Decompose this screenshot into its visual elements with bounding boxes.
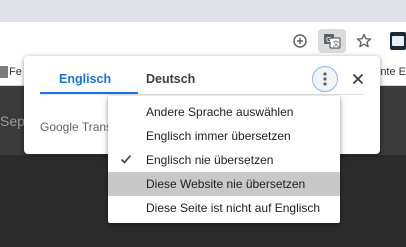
menu-item-label: Englisch immer übersetzen	[146, 129, 291, 143]
tab-divider	[40, 94, 364, 95]
browser-toolbar: G文	[0, 22, 406, 60]
menu-item-page-not-english[interactable]: Diese Seite ist nicht auf Englisch	[108, 196, 340, 220]
add-circle-icon[interactable]	[288, 29, 312, 53]
page-text: Sep	[0, 113, 25, 129]
extension-icon[interactable]	[390, 29, 406, 53]
close-button[interactable]	[348, 69, 368, 89]
svg-text:G: G	[326, 36, 331, 44]
menu-item-never-translate-language[interactable]: Englisch nie übersetzen	[108, 148, 340, 172]
menu-item-label: Diese Seite ist nicht auf Englisch	[146, 201, 321, 215]
tab-strip	[0, 0, 406, 22]
star-icon[interactable]	[352, 29, 376, 53]
menu-item-never-translate-site[interactable]: Diese Website nie übersetzen	[108, 172, 340, 196]
menu-item-label: Andere Sprache auswählen	[146, 105, 294, 119]
menu-item-label: Diese Website nie übersetzen	[146, 177, 306, 191]
menu-item-always-translate[interactable]: Englisch immer übersetzen	[108, 124, 340, 148]
close-icon	[352, 73, 364, 85]
translate-icon[interactable]: G文	[318, 29, 346, 53]
bookmark-item-right[interactable]: nte E	[380, 66, 406, 78]
active-tab-indicator	[40, 92, 138, 94]
tab-target-language[interactable]: Deutsch	[146, 72, 195, 86]
bookmark-label: Fe	[9, 66, 22, 78]
checkmark-icon	[120, 154, 132, 164]
svg-text:文: 文	[333, 39, 340, 48]
tab-source-language[interactable]: Englisch	[59, 72, 111, 86]
options-menu: Andere Sprache auswählen Englisch immer …	[108, 96, 340, 223]
bookmark-favicon-icon	[0, 66, 8, 78]
more-vert-icon	[323, 72, 327, 86]
menu-item-label: Englisch nie übersetzen	[146, 153, 274, 167]
bookmark-label-right: nte E	[380, 66, 406, 78]
more-options-button[interactable]	[312, 66, 338, 92]
bookmark-item[interactable]: Fe	[0, 66, 22, 78]
powered-by-google: Google Transl	[40, 120, 110, 134]
menu-item-choose-language[interactable]: Andere Sprache auswählen	[108, 100, 340, 124]
